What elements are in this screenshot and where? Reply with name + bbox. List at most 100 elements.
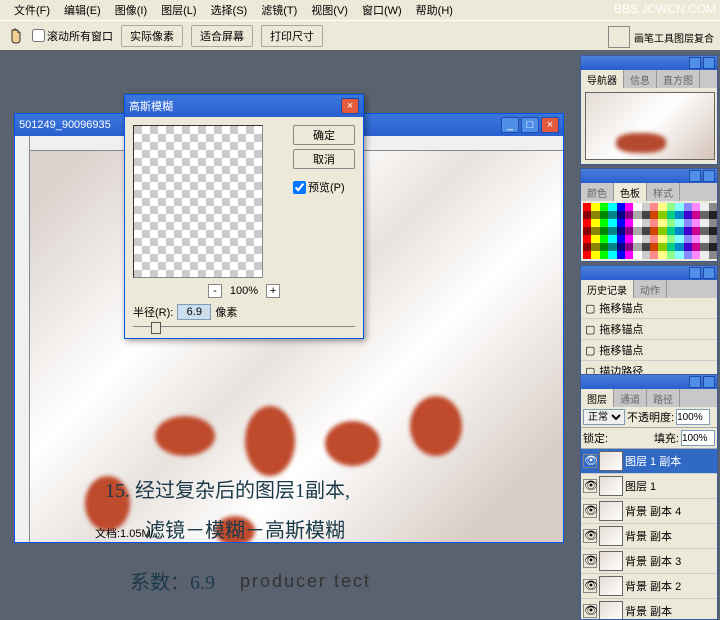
swatch[interactable] (633, 211, 641, 219)
swatch[interactable] (650, 219, 658, 227)
swatch[interactable] (650, 235, 658, 243)
swatch[interactable] (591, 227, 599, 235)
fill-input[interactable] (681, 430, 715, 446)
swatch[interactable] (658, 235, 666, 243)
swatch[interactable] (684, 227, 692, 235)
swatch[interactable] (642, 203, 650, 211)
swatch[interactable] (642, 243, 650, 251)
blend-mode-select[interactable]: 正常 (583, 409, 625, 425)
swatch[interactable] (617, 243, 625, 251)
swatch[interactable] (684, 219, 692, 227)
dialog-titlebar[interactable]: 高斯模糊 × (125, 95, 363, 117)
swatch[interactable] (625, 203, 633, 211)
menu-window[interactable]: 窗口(W) (356, 0, 408, 20)
swatch[interactable] (608, 227, 616, 235)
panel-close-icon[interactable] (703, 170, 715, 182)
opacity-input[interactable] (676, 409, 710, 425)
visibility-icon[interactable]: 👁 (583, 604, 597, 618)
swatch[interactable] (600, 243, 608, 251)
visibility-icon[interactable]: 👁 (583, 579, 597, 593)
tab-channels[interactable]: 通道 (614, 389, 647, 407)
swatch[interactable] (709, 211, 717, 219)
swatch[interactable] (608, 211, 616, 219)
swatch[interactable] (625, 243, 633, 251)
zoom-in-button[interactable]: + (266, 284, 280, 298)
swatch[interactable] (700, 251, 708, 259)
visibility-icon[interactable]: 👁 (583, 504, 597, 518)
swatch[interactable] (709, 227, 717, 235)
swatch[interactable] (675, 211, 683, 219)
layer-item[interactable]: 👁背景 副本 (581, 599, 717, 619)
swatch[interactable] (617, 219, 625, 227)
swatch[interactable] (583, 243, 591, 251)
swatch[interactable] (675, 203, 683, 211)
swatch[interactable] (642, 211, 650, 219)
radius-slider[interactable] (133, 326, 355, 330)
dialog-close-icon[interactable]: × (341, 98, 359, 114)
swatch[interactable] (600, 219, 608, 227)
swatch[interactable] (633, 251, 641, 259)
swatch[interactable] (642, 227, 650, 235)
swatch[interactable] (650, 211, 658, 219)
panel-min-icon[interactable] (689, 57, 701, 69)
swatch[interactable] (667, 227, 675, 235)
swatch[interactable] (633, 203, 641, 211)
swatch[interactable] (658, 219, 666, 227)
swatch[interactable] (658, 227, 666, 235)
tab-info[interactable]: 信息 (624, 70, 657, 88)
swatch[interactable] (650, 203, 658, 211)
swatch[interactable] (658, 243, 666, 251)
swatch[interactable] (667, 243, 675, 251)
panel-min-icon[interactable] (689, 267, 701, 279)
swatch[interactable] (600, 251, 608, 259)
swatch[interactable] (675, 219, 683, 227)
tab-history[interactable]: 历史记录 (581, 280, 634, 298)
history-item[interactable]: ▢拖移锚点 (581, 319, 717, 340)
menu-filter[interactable]: 滤镜(T) (255, 0, 303, 20)
swatch[interactable] (692, 211, 700, 219)
swatch[interactable] (600, 235, 608, 243)
swatch[interactable] (617, 203, 625, 211)
swatch[interactable] (625, 251, 633, 259)
swatch[interactable] (692, 243, 700, 251)
swatch[interactable] (583, 251, 591, 259)
palette-toggle-icon[interactable] (608, 26, 630, 48)
tab-paths[interactable]: 路径 (647, 389, 680, 407)
swatch[interactable] (633, 243, 641, 251)
navigator-thumbnail[interactable] (585, 92, 715, 160)
swatch[interactable] (692, 251, 700, 259)
tab-actions[interactable]: 动作 (634, 280, 667, 298)
swatch[interactable] (667, 251, 675, 259)
swatch[interactable] (700, 235, 708, 243)
swatch[interactable] (709, 203, 717, 211)
layer-item[interactable]: 👁背景 副本 2 (581, 574, 717, 599)
swatch[interactable] (591, 219, 599, 227)
cancel-button[interactable]: 取消 (293, 149, 355, 169)
swatch[interactable] (692, 203, 700, 211)
swatch[interactable] (667, 219, 675, 227)
layer-item[interactable]: 👁背景 副本 3 (581, 549, 717, 574)
tab-layers[interactable]: 图层 (581, 389, 614, 407)
zoom-out-button[interactable]: - (208, 284, 222, 298)
tab-styles[interactable]: 样式 (647, 183, 680, 201)
swatch[interactable] (684, 243, 692, 251)
swatch[interactable] (591, 211, 599, 219)
swatch[interactable] (600, 211, 608, 219)
swatch[interactable] (709, 219, 717, 227)
menu-file[interactable]: 文件(F) (8, 0, 56, 20)
visibility-icon[interactable]: 👁 (583, 454, 597, 468)
tab-swatches[interactable]: 色板 (614, 183, 647, 201)
swatch[interactable] (625, 219, 633, 227)
blur-preview[interactable] (133, 125, 263, 278)
ok-button[interactable]: 确定 (293, 125, 355, 145)
swatch[interactable] (642, 219, 650, 227)
swatch[interactable] (600, 203, 608, 211)
radius-input[interactable] (177, 304, 211, 320)
swatch[interactable] (650, 251, 658, 259)
menu-image[interactable]: 图像(I) (109, 0, 153, 20)
swatch[interactable] (692, 219, 700, 227)
swatch[interactable] (650, 227, 658, 235)
swatch[interactable] (591, 203, 599, 211)
menu-help[interactable]: 帮助(H) (410, 0, 459, 20)
swatch[interactable] (625, 211, 633, 219)
